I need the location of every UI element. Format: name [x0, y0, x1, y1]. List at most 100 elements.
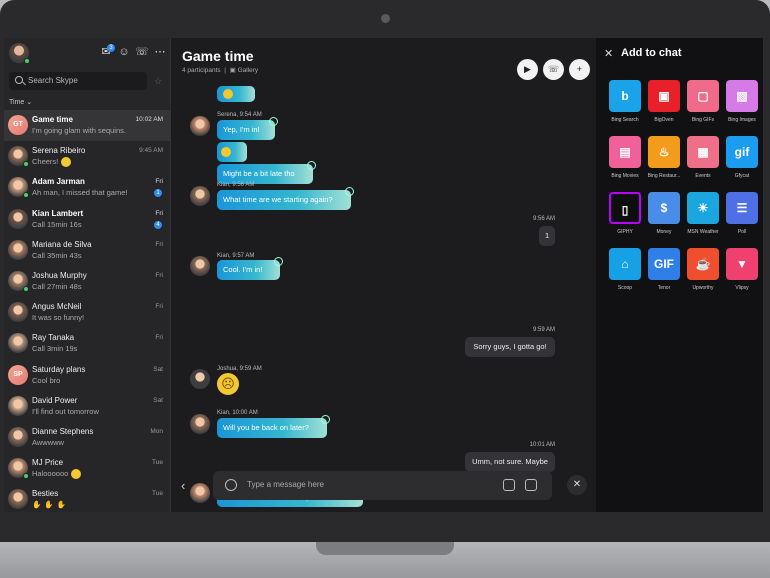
scoop-icon[interactable]: ⌂ [609, 248, 641, 280]
online-status-dot [24, 58, 30, 64]
message-bubble[interactable]: Yep, I'm in! [217, 117, 278, 140]
message-composer[interactable]: Type a message here [213, 471, 552, 500]
participant-count[interactable]: 4 participants [182, 67, 221, 74]
sender-avatar[interactable] [190, 116, 210, 136]
gfycat-icon[interactable]: gif [726, 136, 758, 168]
sender-avatar[interactable] [190, 256, 210, 276]
laptop-notch [316, 542, 454, 555]
chat-item[interactable]: Dianne Stephens Awwwww Mon [4, 422, 171, 453]
bing-images-icon[interactable]: ▧ [726, 80, 758, 112]
bing-icon[interactable]: b [609, 80, 641, 112]
upworthy-icon[interactable]: ☕ [687, 248, 719, 280]
close-panel-button[interactable]: ✕ [567, 475, 587, 495]
app-label: Bing Search [611, 117, 639, 123]
chat-item[interactable]: Angus McNeil It was so funny! Fri [4, 297, 171, 328]
giphy-icon[interactable]: ▯ [609, 192, 641, 224]
message-bubble[interactable]: 1 [539, 226, 555, 246]
poll-icon[interactable]: ☰ [726, 192, 758, 224]
chat-item[interactable]: Kian Lambert Call 15min 16s Fri 4 [4, 204, 171, 235]
message-bubble-top-partial[interactable] [217, 86, 255, 102]
chat-item[interactable]: Besties ✋ ✋ ✋ Tue [4, 484, 171, 512]
message-text: Yep, I'm in! [223, 125, 260, 134]
chat-name: David Power [32, 395, 78, 405]
video-call-button[interactable]: ▶ [517, 59, 538, 80]
sender-avatar[interactable] [190, 369, 210, 389]
chat-preview-text: Ah man, I missed that game! [32, 188, 128, 198]
bigoven-icon[interactable]: ▣ [648, 80, 680, 112]
bing-movies-icon[interactable]: ▤ [609, 136, 641, 168]
conversation-subtitle: 4 participants | ▣ Gallery [182, 66, 258, 74]
thumbs-up-emoji [221, 147, 231, 158]
gallery-link[interactable]: Gallery [238, 67, 259, 74]
app-label: Scoop [617, 285, 633, 291]
app-label: Bing Movies [611, 173, 639, 179]
close-icon[interactable]: ✕ [604, 47, 613, 60]
chat-item[interactable]: Adam Jarman Ah man, I missed that game! Fr… [4, 172, 171, 203]
vlipsy-icon[interactable]: ▼ [726, 248, 758, 280]
back-arrow-icon[interactable]: ‹ [181, 478, 185, 493]
chat-item[interactable]: MJ Price Haloooooo Tue [4, 453, 171, 484]
sender-avatar[interactable] [190, 414, 210, 434]
hand-emoji: ✋ [56, 500, 67, 510]
attach-icon[interactable] [525, 479, 537, 491]
chat-item[interactable]: GT Game time I'm going glam with sequins. 1… [4, 110, 171, 142]
chat-name: Adam Jarman [32, 177, 85, 187]
chat-preview: It was so funny! [32, 313, 84, 322]
tenor-icon[interactable]: GIF [648, 248, 680, 280]
chat-name: Besties [32, 489, 59, 499]
message-meta: 9:56 AM [532, 216, 555, 222]
chat-item[interactable]: SP Saturday plans Cool bro Sat [4, 360, 171, 391]
chat-item[interactable]: Joshua Murphy Call 27min 48s Fri [4, 266, 171, 297]
message-bubble[interactable]: Might be a bit late tho [217, 161, 316, 184]
chat-time: Fri [155, 240, 163, 248]
app-label: Events [695, 173, 711, 179]
message-bubble[interactable]: What time are we starting again? [217, 187, 354, 210]
contacts-icon[interactable]: ☺ [117, 45, 131, 59]
more-icon[interactable]: ⋯ [153, 45, 167, 59]
avatar [8, 426, 28, 447]
weather-icon[interactable]: ☀ [687, 192, 719, 224]
chat-item[interactable]: Mariana de Silva Call 35min 43s Fri [4, 235, 171, 266]
bing-gifs-icon[interactable]: ▢ [687, 80, 719, 112]
calls-icon[interactable]: ☏ [135, 45, 149, 59]
chat-name: Angus McNeil [32, 302, 82, 312]
filter-icon[interactable]: ☆ [154, 76, 162, 87]
chat-time: Fri [155, 271, 163, 279]
sender-avatar[interactable] [190, 483, 210, 503]
chat-preview: Call 3min 19s [32, 344, 77, 353]
search-input[interactable]: Search Skype [9, 72, 147, 90]
search-placeholder: Search Skype [28, 76, 78, 85]
app-label: MSN Weather [687, 229, 719, 235]
app-label: Poll [737, 229, 747, 235]
sticker-icon[interactable] [503, 479, 515, 491]
message-meta: Joshua, 9:59 AM [217, 366, 262, 372]
message-text: Will you be back on later? [223, 423, 309, 432]
events-icon[interactable]: ▦ [687, 136, 719, 168]
message-bubble[interactable]: Cool. I'm in! [217, 257, 283, 280]
message-bubble[interactable] [217, 142, 247, 162]
chat-item[interactable]: Ray Tanaka Call 3min 19s Fri [4, 328, 171, 359]
chat-item[interactable]: David Power I'll find out tomorrow Sat [4, 391, 171, 422]
avatar [8, 239, 28, 260]
message-bubble[interactable]: Umm, not sure. Maybe [465, 452, 555, 472]
sender-avatar[interactable] [190, 186, 210, 206]
message-bubble[interactable]: Sorry guys, I gotta go! [465, 337, 555, 357]
message-bubble[interactable]: ☹ [217, 373, 239, 395]
sort-dropdown[interactable]: Time ⌄ [9, 98, 32, 106]
message-bubble[interactable]: Will you be back on later? [217, 415, 330, 438]
chat-preview-text: Call 15min 16s [32, 219, 82, 229]
sidebar-topbar: ✉ 3 ☺ ☏ ⋯ [4, 38, 170, 68]
chat-preview: Call 15min 16s [32, 220, 82, 229]
bing-restaurants-icon[interactable]: ♨ [648, 136, 680, 168]
emoji-icon[interactable] [225, 479, 237, 491]
chat-name: Game time [32, 115, 73, 124]
chat-item[interactable]: Serena Ribeiro Cheers! 9:45 AM [4, 141, 171, 172]
avatar [8, 489, 28, 510]
money-icon[interactable]: $ [648, 192, 680, 224]
add-people-button[interactable]: + [569, 59, 590, 80]
phone-icon: ☏ [547, 64, 560, 74]
avatar [8, 395, 28, 416]
audio-call-button[interactable]: ☏ [543, 59, 564, 80]
chat-name: Kian Lambert [32, 208, 84, 218]
hand-emoji: ✋ [44, 500, 54, 510]
